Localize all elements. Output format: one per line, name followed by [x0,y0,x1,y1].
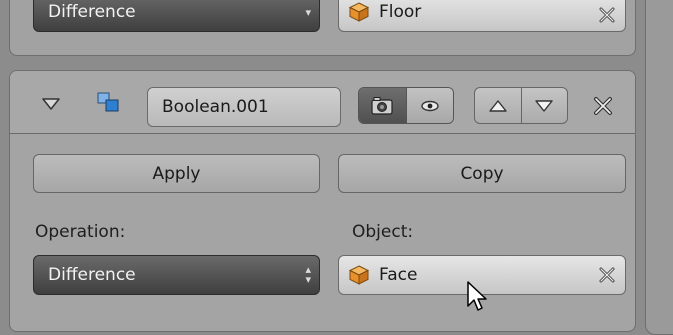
mouse-cursor-icon [467,281,487,311]
move-up-icon [489,99,507,112]
clear-x-icon[interactable] [597,5,617,25]
previous-operation-dropdown[interactable]: Difference ▾ [33,0,320,32]
move-down-button[interactable] [520,88,568,123]
modifier-name-field[interactable]: Boolean.001 [147,87,341,127]
move-down-icon [535,99,553,112]
render-toggle-button[interactable] [359,88,406,123]
previous-object-value: Floor [379,2,422,22]
collapse-triangle-icon[interactable] [40,96,62,112]
cube-icon [348,2,370,22]
operation-label: Operation: [35,222,126,242]
move-buttons [474,87,568,124]
copy-button-label: Copy [460,163,504,184]
scrollbar-strip[interactable] [645,0,673,335]
visibility-toggles [358,87,454,124]
move-up-button[interactable] [475,88,521,123]
modifier-name-value: Boolean.001 [162,97,269,117]
object-value: Face [379,265,418,285]
operation-value: Difference [48,265,136,285]
clear-x-icon[interactable] [597,265,617,285]
close-icon[interactable] [592,95,614,117]
viewport-toggle-button[interactable] [405,88,453,123]
boolean-modifier-icon [97,92,119,112]
operation-dropdown[interactable]: Difference ▴ ▾ [33,255,320,295]
object-label: Object: [352,222,414,242]
cube-icon [348,265,370,285]
eye-icon [421,100,439,111]
dropdown-arrows-icon: ▴ ▾ [305,263,311,286]
apply-button-label: Apply [152,163,201,184]
previous-operation-value: Difference [48,2,136,22]
render-camera-icon [371,96,393,115]
copy-button[interactable]: Copy [338,154,626,193]
apply-button[interactable]: Apply [33,154,320,193]
dropdown-arrows-icon: ▾ [305,6,311,19]
previous-object-field[interactable]: Floor [338,0,626,32]
